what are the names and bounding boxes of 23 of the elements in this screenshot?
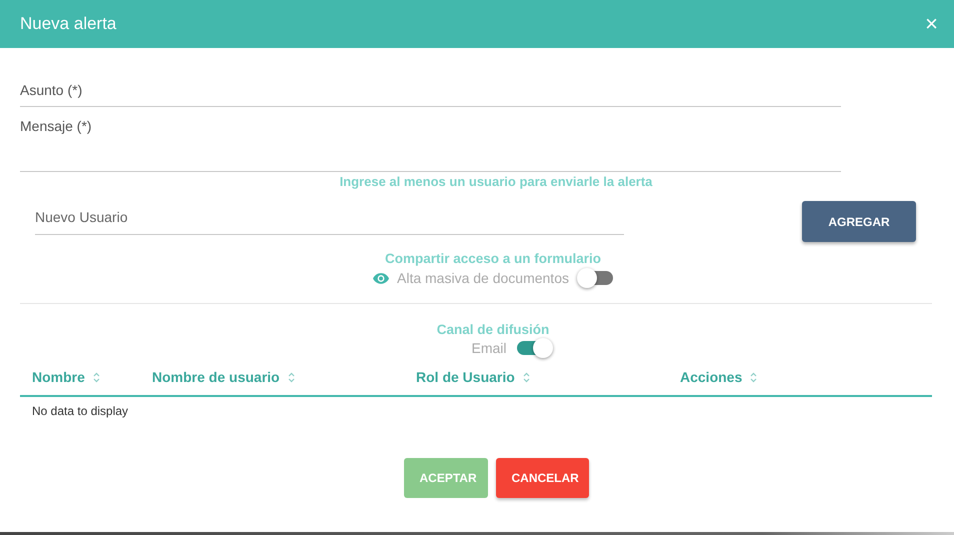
- column-header[interactable]: Nombre: [32, 369, 85, 385]
- eye-icon: [373, 272, 389, 284]
- text-field[interactable]: Mensaje (*): [20, 107, 841, 172]
- toggle-switch[interactable]: [578, 271, 613, 285]
- text-field[interactable]: Asunto (*): [20, 82, 841, 107]
- sort-icon[interactable]: [750, 372, 758, 382]
- toggle-switch[interactable]: [516, 341, 550, 355]
- empty-message: No data to display: [31, 403, 130, 418]
- sort-icon[interactable]: [522, 372, 530, 382]
- cancel-button[interactable]: CANCELAR: [496, 458, 588, 498]
- column-header[interactable]: Acciones: [680, 369, 742, 385]
- close-button[interactable]: ×: [925, 13, 938, 35]
- column-header[interactable]: Rol de Usuario: [416, 369, 515, 385]
- section-title: Compartir acceso a un formulario: [384, 251, 602, 266]
- sort-icon[interactable]: [92, 372, 100, 382]
- sort-icon[interactable]: [288, 372, 295, 382]
- add-button[interactable]: AGREGAR: [802, 201, 916, 242]
- column-header[interactable]: Nombre de usuario: [152, 369, 280, 385]
- toggle-label: Email: [471, 340, 506, 356]
- toggle-label: Alta masiva de documentos: [397, 270, 569, 286]
- hint-text: Ingrese al menos un usuario para enviarle la alerta: [338, 174, 654, 191]
- dialog-title: Nueva alerta: [20, 14, 116, 34]
- section-title: Canal de difusión: [436, 322, 550, 337]
